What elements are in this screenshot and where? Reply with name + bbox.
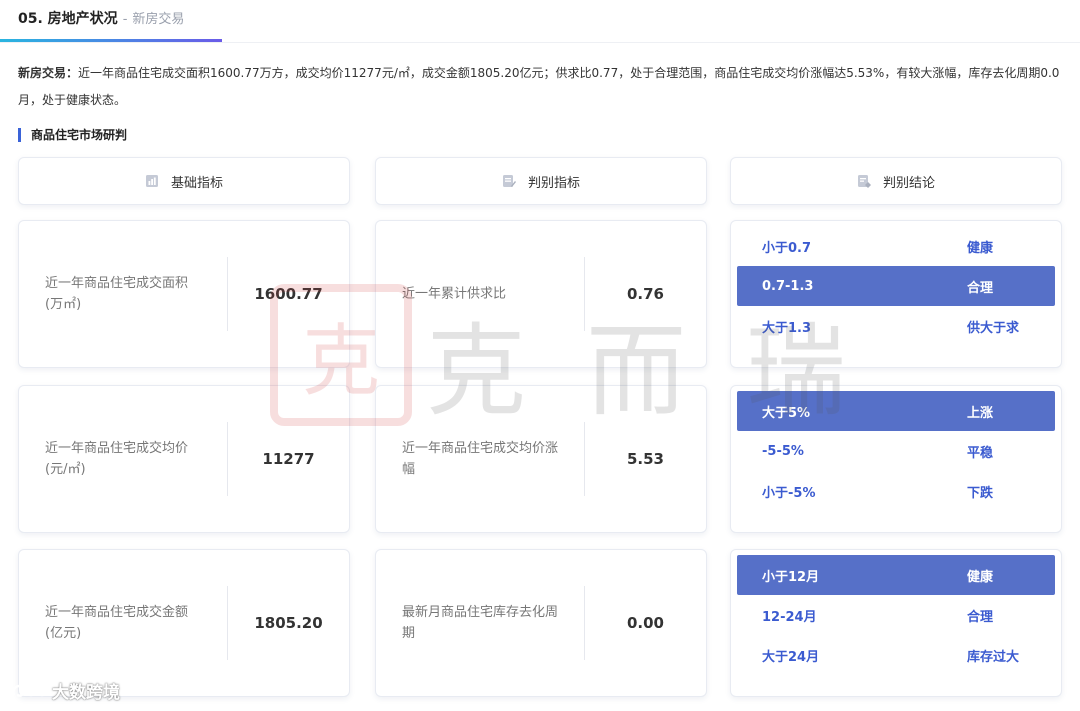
conclusion-verdict: 健康: [967, 569, 994, 585]
metric-label: 近一年商品住宅成交均价涨幅: [402, 441, 559, 477]
conclusion-verdict: 库存过大: [967, 649, 1020, 665]
judge-metric-card: 近一年商品住宅成交均价涨幅 5.53: [375, 385, 707, 533]
metric-value: 5.53: [626, 450, 664, 468]
metric-label: 近一年商品住宅成交金额(亿元): [45, 605, 189, 641]
conclusion-verdict: 平稳: [967, 445, 994, 461]
conclusion-card: 大于5% 上涨 -5-5% 平稳 小于-5% 下跌: [730, 385, 1062, 533]
conclusion-range: 小于0.7: [762, 240, 812, 256]
page-header: 05. 房地产状况 - 新房交易: [18, 8, 184, 30]
conclusion-range: 大于24月: [762, 649, 820, 665]
judge-metric-card: 近一年累计供求比 0.76: [375, 220, 707, 368]
footer-brand: 大数跨境: [10, 678, 120, 703]
conclusion-verdict: 合理: [967, 609, 994, 625]
section-title: 商品住宅市场研判: [18, 126, 127, 143]
metric-value: 1805.20: [254, 614, 323, 632]
conclusion-row: 12-24月 合理: [737, 595, 1055, 635]
basic-metric-card: 近一年商品住宅成交均价(元/㎡) 11277: [18, 385, 350, 533]
metric-value: 0.76: [626, 285, 664, 303]
brand-logo-icon: [12, 683, 48, 697]
conclusion-range: 大于5%: [762, 405, 811, 421]
conclusion-verdict: 合理: [967, 280, 994, 296]
metric-value: 11277: [262, 450, 315, 468]
column-header-judge-label: 判别指标: [527, 175, 580, 191]
conclusion-verdict: 健康: [967, 240, 994, 256]
column-header-conclusion: 判别结论: [730, 157, 1062, 205]
edit-document-icon: [502, 175, 516, 187]
metric-label: 最新月商品住宅库存去化周期: [402, 605, 559, 641]
summary-text: 近一年商品住宅成交面积1600.77万方，成交均价11277元/㎡，成交金额18…: [18, 66, 1060, 107]
metric-value: 1600.77: [254, 285, 323, 303]
conclusion-row: 大于24月 库存过大: [737, 635, 1055, 675]
conclusion-row: 小于-5% 下跌: [737, 471, 1055, 511]
column-header-conclusion-label: 判别结论: [882, 175, 935, 191]
metric-label: 近一年累计供求比: [402, 286, 507, 302]
title-separator: -: [122, 12, 128, 27]
conclusion-row: 大于1.3 供大于求: [737, 306, 1055, 346]
summary-lead: 新房交易：: [18, 66, 79, 80]
conclusion-range: 0.7-1.3: [762, 278, 814, 294]
metric-label: 近一年商品住宅成交面积(万㎡): [45, 276, 189, 312]
conclusion-card: 小于12月 健康 12-24月 合理 大于24月 库存过大: [730, 549, 1062, 697]
conclusion-row-active: 大于5% 上涨: [737, 391, 1055, 431]
metric-value: 0.00: [626, 614, 664, 632]
conclusion-range: 12-24月: [762, 609, 817, 625]
conclusion-document-icon: [857, 175, 871, 188]
conclusion-verdict: 供大于求: [967, 320, 1020, 336]
chart-document-icon: [145, 175, 158, 187]
conclusion-range: 小于12月: [762, 569, 820, 585]
conclusion-row-active: 小于12月 健康: [737, 555, 1055, 595]
conclusion-verdict: 下跌: [967, 485, 994, 501]
conclusion-row: 小于0.7 健康: [737, 226, 1055, 266]
basic-metric-card: 近一年商品住宅成交金额(亿元) 1805.20: [18, 549, 350, 697]
footer-brand-text: 大数跨境: [52, 683, 120, 703]
column-header-basic-label: 基础指标: [170, 175, 223, 191]
section-marker: [18, 127, 21, 142]
conclusion-range: 大于1.3: [762, 320, 812, 336]
page-title: 05. 房地产状况: [18, 11, 118, 27]
column-header-judge: 判别指标: [375, 157, 707, 205]
judge-metric-card: 最新月商品住宅库存去化周期 0.00: [375, 549, 707, 697]
basic-metric-card: 近一年商品住宅成交面积(万㎡) 1600.77: [18, 220, 350, 368]
section-title-text: 商品住宅市场研判: [31, 128, 128, 142]
conclusion-range: -5-5%: [762, 443, 804, 459]
summary-paragraph: 新房交易：近一年商品住宅成交面积1600.77万方，成交均价11277元/㎡，成…: [18, 60, 1062, 114]
column-header-basic: 基础指标: [18, 157, 350, 205]
conclusion-row: -5-5% 平稳: [737, 431, 1055, 471]
conclusion-range: 小于-5%: [762, 485, 816, 501]
conclusion-row-active: 0.7-1.3 合理: [737, 266, 1055, 306]
conclusion-card: 小于0.7 健康 0.7-1.3 合理 大于1.3 供大于求: [730, 220, 1062, 368]
conclusion-verdict: 上涨: [967, 405, 994, 421]
header-divider: [0, 42, 1080, 43]
metric-label: 近一年商品住宅成交均价(元/㎡): [45, 441, 189, 477]
page-subtitle: 新房交易: [132, 12, 185, 27]
